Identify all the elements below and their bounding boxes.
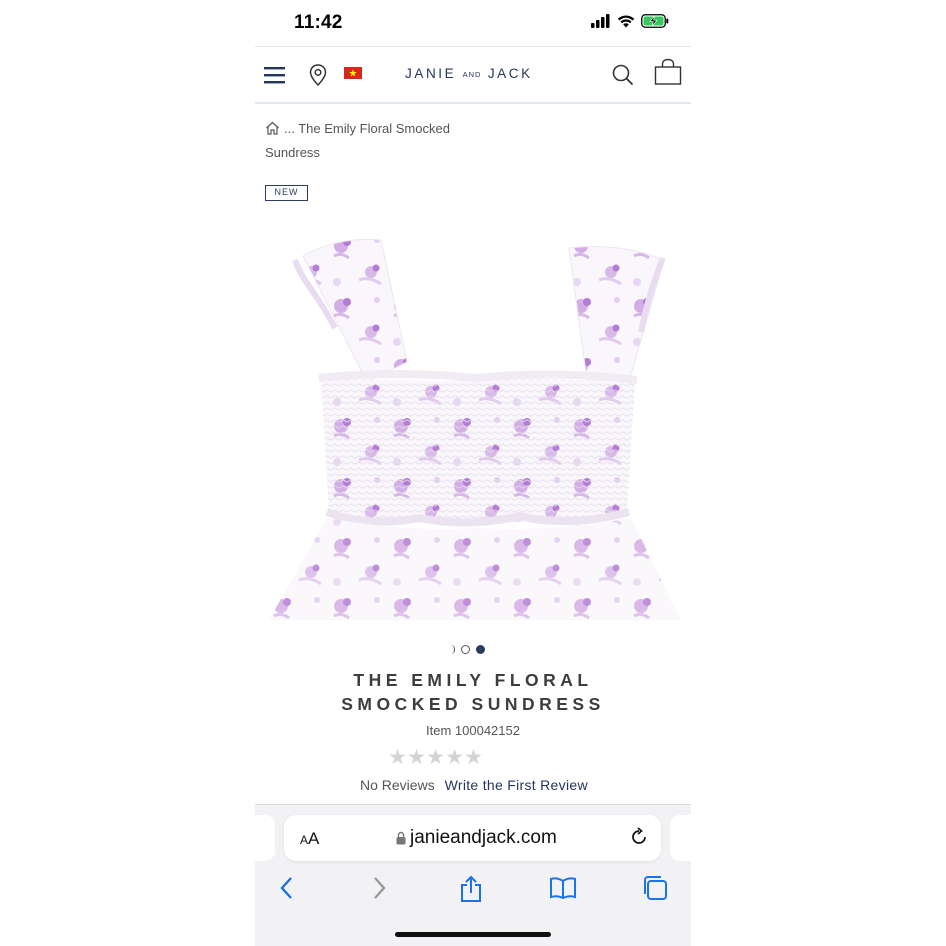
status-time: 11:42	[294, 12, 343, 33]
breadcrumb-ellipsis[interactable]: ...	[284, 121, 295, 136]
rating-stars[interactable]: ★ ★ ★ ★ ★	[388, 747, 483, 769]
carousel-dot-partial[interactable]	[451, 645, 455, 654]
vietnam-flag-icon	[344, 67, 362, 79]
next-tab-preview[interactable]	[670, 815, 691, 861]
home-icon[interactable]	[265, 121, 280, 135]
location-pin-icon	[309, 64, 327, 86]
star-icon: ★	[464, 746, 483, 769]
wifi-icon	[617, 15, 635, 28]
country-selector-button[interactable]	[343, 66, 363, 80]
carousel-dot-1[interactable]	[461, 645, 470, 654]
star-icon: ★	[407, 746, 426, 769]
lock-icon	[396, 831, 406, 845]
brand-logo[interactable]: JANIE AND JACK	[405, 66, 533, 81]
carousel-dot-2-active[interactable]	[476, 645, 485, 654]
new-badge: NEW	[265, 185, 308, 201]
logo-word-jack: JACK	[487, 66, 533, 81]
reader-settings-button[interactable]: AA	[300, 829, 319, 849]
menu-button[interactable]	[263, 64, 287, 86]
product-image[interactable]	[269, 232, 681, 620]
tabs-button[interactable]	[641, 875, 669, 901]
share-button[interactable]	[457, 875, 485, 903]
chevron-right-icon	[374, 877, 386, 899]
tabs-icon	[644, 876, 667, 900]
star-icon: ★	[388, 746, 407, 769]
url-text: janieandjack.com	[410, 827, 557, 848]
phone-screen: 11:42 JANIE AND JACK ... The Emily Flora…	[255, 0, 691, 946]
logo-word-and: AND	[462, 70, 482, 79]
search-icon	[612, 64, 634, 86]
chevron-left-icon	[280, 877, 292, 899]
previous-tab-preview[interactable]	[255, 815, 275, 861]
address-bar[interactable]: AA janieandjack.com	[284, 815, 661, 861]
cellular-signal-icon	[591, 14, 610, 28]
home-indicator[interactable]	[395, 932, 551, 937]
breadcrumb: ... The Emily Floral Smocked Sundress	[265, 117, 495, 165]
item-number: Item 100042152	[426, 723, 520, 738]
product-title: THE EMILY FLORAL SMOCKED SUNDRESS	[341, 670, 605, 714]
browser-bottom-bar: AA janieandjack.com	[255, 804, 691, 946]
star-icon: ★	[445, 746, 464, 769]
carousel-dots	[451, 645, 485, 654]
aa-big: A	[308, 829, 320, 848]
url-display[interactable]: janieandjack.com	[396, 827, 557, 849]
shopping-bag-icon	[654, 58, 682, 85]
status-icons	[591, 14, 669, 28]
reload-icon	[632, 827, 646, 844]
logo-word-janie: JANIE	[405, 66, 457, 81]
reviews-line: No Reviews Write the First Review	[360, 777, 588, 793]
book-icon	[550, 877, 576, 899]
no-reviews-label: No Reviews	[360, 777, 435, 793]
store-locator-button[interactable]	[308, 63, 328, 87]
battery-charging-icon	[641, 14, 669, 28]
search-button[interactable]	[611, 63, 635, 87]
write-review-link[interactable]: Write the First Review	[445, 777, 588, 793]
star-icon: ★	[426, 746, 445, 769]
sundress-illustration	[269, 232, 681, 620]
forward-button[interactable]	[369, 875, 391, 901]
menu-icon	[264, 67, 285, 84]
cart-button[interactable]	[653, 58, 683, 86]
site-header: JANIE AND JACK	[255, 46, 691, 104]
share-icon	[461, 875, 481, 902]
status-bar: 11:42	[255, 0, 691, 46]
aa-small: A	[300, 833, 309, 847]
browser-toolbar	[255, 871, 691, 905]
bookmarks-button[interactable]	[548, 875, 578, 901]
back-button[interactable]	[275, 875, 297, 901]
reload-button[interactable]	[629, 827, 649, 852]
